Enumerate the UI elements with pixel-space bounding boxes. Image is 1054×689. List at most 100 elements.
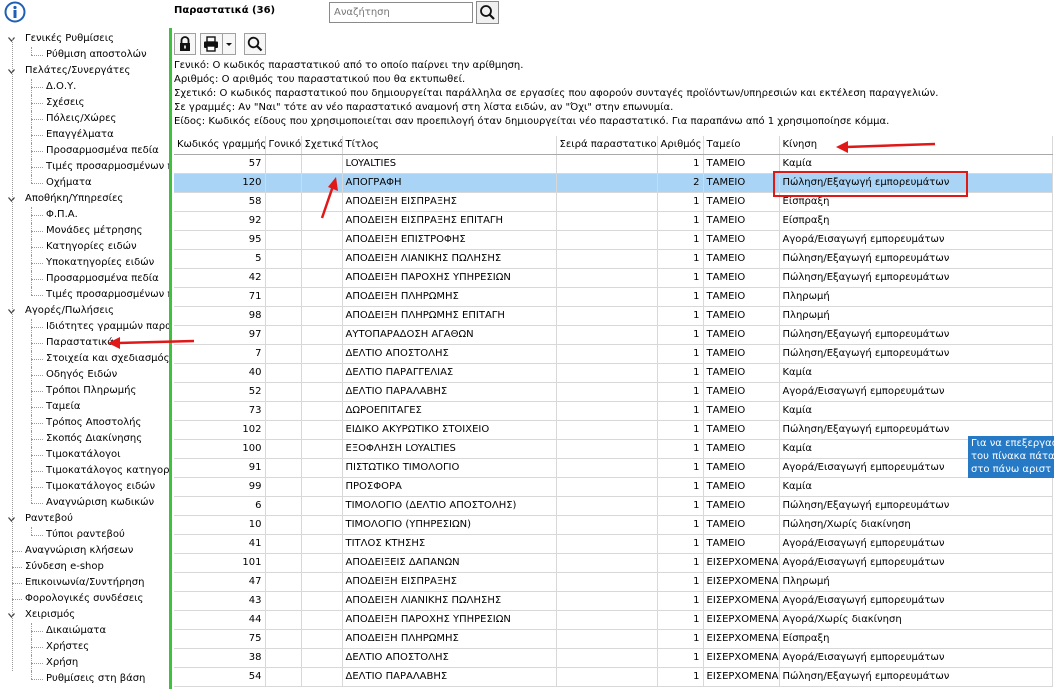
cell-line-code[interactable]: 6 [174,496,266,516]
cell-movement[interactable]: Αγορά/Εισαγωγή εμπορευμάτων [779,230,1053,250]
cell-title[interactable]: ΑΠΟΔΕΙΞΕΙΣ ΔΑΠΑΝΩΝ [342,553,557,573]
cell-title[interactable]: ΑΠΟΓΡΑΦΗ [342,173,557,193]
cell-series[interactable] [556,249,658,269]
cell-related[interactable] [301,325,343,345]
cell-cashbox[interactable]: ΤΑΜΕΙΟ [703,249,780,269]
cell-series[interactable] [556,344,658,364]
cell-related[interactable] [301,268,343,288]
cell-parent[interactable] [265,230,302,250]
sidebar-item-3-5[interactable]: Ταμεία [0,399,169,415]
cell-line-code[interactable]: 73 [174,401,266,421]
cell-cashbox[interactable]: ΕΙΣΕΡΧΟΜΕΝΑ [703,572,780,592]
sidebar-group-4[interactable]: Ραντεβού [0,511,169,527]
cell-number[interactable]: 1 [657,477,704,497]
cell-title[interactable]: ΔΕΛΤΙΟ ΠΑΡΑΛΑΒΗΣ [342,667,557,687]
cell-series[interactable] [556,382,658,402]
cell-series[interactable] [556,534,658,554]
cell-series[interactable] [556,363,658,383]
cell-number[interactable]: 1 [657,420,704,440]
cell-related[interactable] [301,629,343,649]
cell-movement[interactable]: Πώληση/Εξαγωγή εμπορευμάτων [779,496,1053,516]
cell-related[interactable] [301,249,343,269]
cell-cashbox[interactable]: ΤΑΜΕΙΟ [703,515,780,535]
documents-grid[interactable]: Κωδικός γραμμής Γονικό Σχετικό Τίτλος Σε… [174,136,1054,689]
cell-related[interactable] [301,515,343,535]
cell-series[interactable] [556,629,658,649]
cell-cashbox[interactable]: ΤΑΜΕΙΟ [703,230,780,250]
search-button[interactable] [476,1,499,24]
cell-parent[interactable] [265,629,302,649]
sidebar-item-2-0[interactable]: Φ.Π.Α. [0,207,169,223]
cell-series[interactable] [556,268,658,288]
cell-title[interactable]: ΑΠΟΔΕΙΞΗ ΕΠΙΣΤΡΟΦΗΣ [342,230,557,250]
table-row[interactable]: 97 ΑΥΤΟΠΑΡΑΔΟΣΗ ΑΓΑΘΩΝ 1 ΤΑΜΕΙΟ Πώληση/Εξαγω… [174,325,1053,345]
cell-parent[interactable] [265,439,302,459]
cell-parent[interactable] [265,534,302,554]
sidebar-item-3-9[interactable]: Τιμοκατάλογος κατηγοριώ [0,463,172,479]
sidebar-item-1-4[interactable]: Προσαρμοσμένα πεδία [0,143,169,159]
cell-parent[interactable] [265,591,302,611]
cell-title[interactable]: ΑΠΟΔΕΙΞΗ ΕΙΣΠΡΑΞΗΣ [342,572,557,592]
table-row[interactable]: 10 ΤΙΜΟΛΟΓΙΟ (ΥΠΗΡΕΣΙΩΝ) 1 ΤΑΜΕΙΟ Πώληση/Χωρ… [174,515,1053,535]
column-header-title[interactable]: Τίτλος [342,136,557,155]
cell-line-code[interactable]: 75 [174,629,266,649]
column-header-line-code[interactable]: Κωδικός γραμμής [174,136,266,155]
table-row[interactable]: 41 ΤΙΤΛΟΣ ΚΤΗΣΗΣ 1 ΤΑΜΕΙΟ Αγορά/Εισαγωγή εμπ… [174,534,1053,554]
table-row[interactable]: 44 ΑΠΟΔΕΙΞΗ ΠΑΡΟΧΗΣ ΥΠΗΡΕΣΙΩΝ 1 ΕΙΣΕΡΧΟΜΕΝΑ… [174,610,1053,630]
cell-title[interactable]: ΔΕΛΤΙΟ ΠΑΡΑΓΓΕΛΙΑΣ [342,363,557,383]
cell-line-code[interactable]: 7 [174,344,266,364]
cell-parent[interactable] [265,363,302,383]
cell-related[interactable] [301,306,343,326]
cell-parent[interactable] [265,211,302,231]
cell-cashbox[interactable]: ΤΑΜΕΙΟ [703,306,780,326]
cell-number[interactable]: 1 [657,192,704,212]
cell-movement[interactable]: Καμία [779,477,1053,497]
table-row[interactable]: 98 ΑΠΟΔΕΙΞΗ ΠΛΗΡΩΜΗΣ ΕΠΙΤΑΓΗ 1 ΤΑΜΕΙΟ Πληρωμ… [174,306,1053,326]
cell-cashbox[interactable]: ΤΑΜΕΙΟ [703,211,780,231]
cell-related[interactable] [301,553,343,573]
sidebar-item-0-0[interactable]: Ρύθμιση αποστολών [0,47,169,63]
cell-line-code[interactable]: 38 [174,648,266,668]
cell-cashbox[interactable]: ΕΙΣΕΡΧΟΜΕΝΑ [703,553,780,573]
cell-line-code[interactable]: 41 [174,534,266,554]
sidebar-group-8[interactable]: Φορολογικές συνδέσεις [0,591,169,607]
cell-related[interactable] [301,154,343,174]
cell-series[interactable] [556,173,658,193]
table-row[interactable]: 43 ΑΠΟΔΕΙΞΗ ΛΙΑΝΙΚΗΣ ΠΩΛΗΣΗΣ 1 ΕΙΣΕΡΧΟΜΕΝΑ Α… [174,591,1053,611]
cell-related[interactable] [301,401,343,421]
cell-series[interactable] [556,648,658,668]
cell-cashbox[interactable]: ΤΑΜΕΙΟ [703,325,780,345]
cell-movement[interactable]: Πληρωμή [779,287,1053,307]
cell-number[interactable]: 1 [657,211,704,231]
cell-related[interactable] [301,458,343,478]
cell-cashbox[interactable]: ΤΑΜΕΙΟ [703,458,780,478]
find-button[interactable] [244,33,266,55]
cell-cashbox[interactable]: ΕΙΣΕΡΧΟΜΕΝΑ [703,648,780,668]
cell-cashbox[interactable]: ΤΑΜΕΙΟ [703,439,780,459]
cell-movement[interactable]: Είσπραξη [779,211,1053,231]
cell-parent[interactable] [265,306,302,326]
cell-related[interactable] [301,439,343,459]
cell-movement[interactable]: Πώληση/Εξαγωγή εμπορευμάτων [779,268,1053,288]
sidebar-group-7[interactable]: Επικοινωνία/Συντήρηση [0,575,169,591]
cell-number[interactable]: 1 [657,534,704,554]
cell-number[interactable]: 1 [657,496,704,516]
sidebar-item-1-0[interactable]: Δ.Ο.Υ. [0,79,169,95]
sidebar-item-9-0[interactable]: Δικαιώματα [0,623,169,639]
cell-cashbox[interactable]: ΤΑΜΕΙΟ [703,344,780,364]
table-row[interactable]: 73 ΔΩΡΟΕΠΙΤΑΓΕΣ 1 ΤΑΜΕΙΟ Καμία [174,401,1053,421]
cell-cashbox[interactable]: ΤΑΜΕΙΟ [703,363,780,383]
cell-related[interactable] [301,363,343,383]
cell-series[interactable] [556,591,658,611]
cell-movement[interactable]: Καμία [779,401,1053,421]
table-row[interactable]: 7 ΔΕΛΤΙΟ ΑΠΟΣΤΟΛΗΣ 1 ΤΑΜΕΙΟ Πώληση/Εξαγωγή ε… [174,344,1053,364]
sidebar-item-2-1[interactable]: Μονάδες μέτρησης [0,223,169,239]
table-row[interactable]: 42 ΑΠΟΔΕΙΞΗ ΠΑΡΟΧΗΣ ΥΠΗΡΕΣΙΩΝ 1 ΤΑΜΕΙΟ Πώλησ… [174,268,1053,288]
cell-movement[interactable]: Πληρωμή [779,306,1053,326]
table-row[interactable]: 100 ΕΞΟΦΛΗΣΗ LOYALTIES 1 ΤΑΜΕΙΟ Καμία [174,439,1053,459]
cell-movement[interactable]: Αγορά/Εισαγωγή εμπορευμάτων [779,382,1053,402]
cell-line-code[interactable]: 120 [174,173,266,193]
cell-title[interactable]: ΤΙΜΟΛΟΓΙΟ (ΥΠΗΡΕΣΙΩΝ) [342,515,557,535]
cell-related[interactable] [301,572,343,592]
cell-series[interactable] [556,306,658,326]
